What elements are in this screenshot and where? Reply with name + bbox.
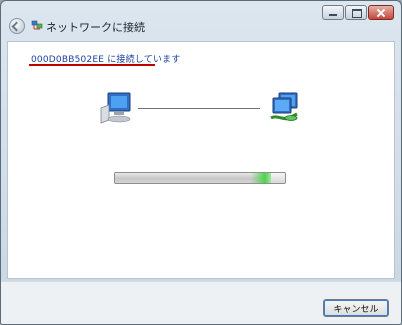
connection-progress-bar xyxy=(114,172,286,184)
progress-highlight xyxy=(251,173,271,183)
window-title: ネットワークに接続 xyxy=(46,21,145,34)
connection-line xyxy=(138,108,260,109)
heading-underline xyxy=(29,64,155,66)
progress-fill xyxy=(115,173,271,183)
close-button[interactable] xyxy=(368,5,394,20)
window-controls xyxy=(322,5,394,20)
network-icon-small xyxy=(31,20,43,30)
cancel-button[interactable]: キャンセル xyxy=(323,299,389,317)
minimize-button[interactable] xyxy=(322,5,344,20)
network-icon xyxy=(270,92,298,121)
dialog-window: ネットワークに接続 000D0BB502EE に接続しています キャンセル xyxy=(0,0,402,325)
maximize-button[interactable] xyxy=(345,5,367,20)
back-button[interactable] xyxy=(9,18,25,34)
computer-icon xyxy=(100,92,131,124)
content-panel: 000D0BB502EE に接続しています xyxy=(7,41,395,279)
title-bar: ネットワークに接続 xyxy=(1,1,401,41)
dialog-footer: キャンセル xyxy=(1,281,401,324)
